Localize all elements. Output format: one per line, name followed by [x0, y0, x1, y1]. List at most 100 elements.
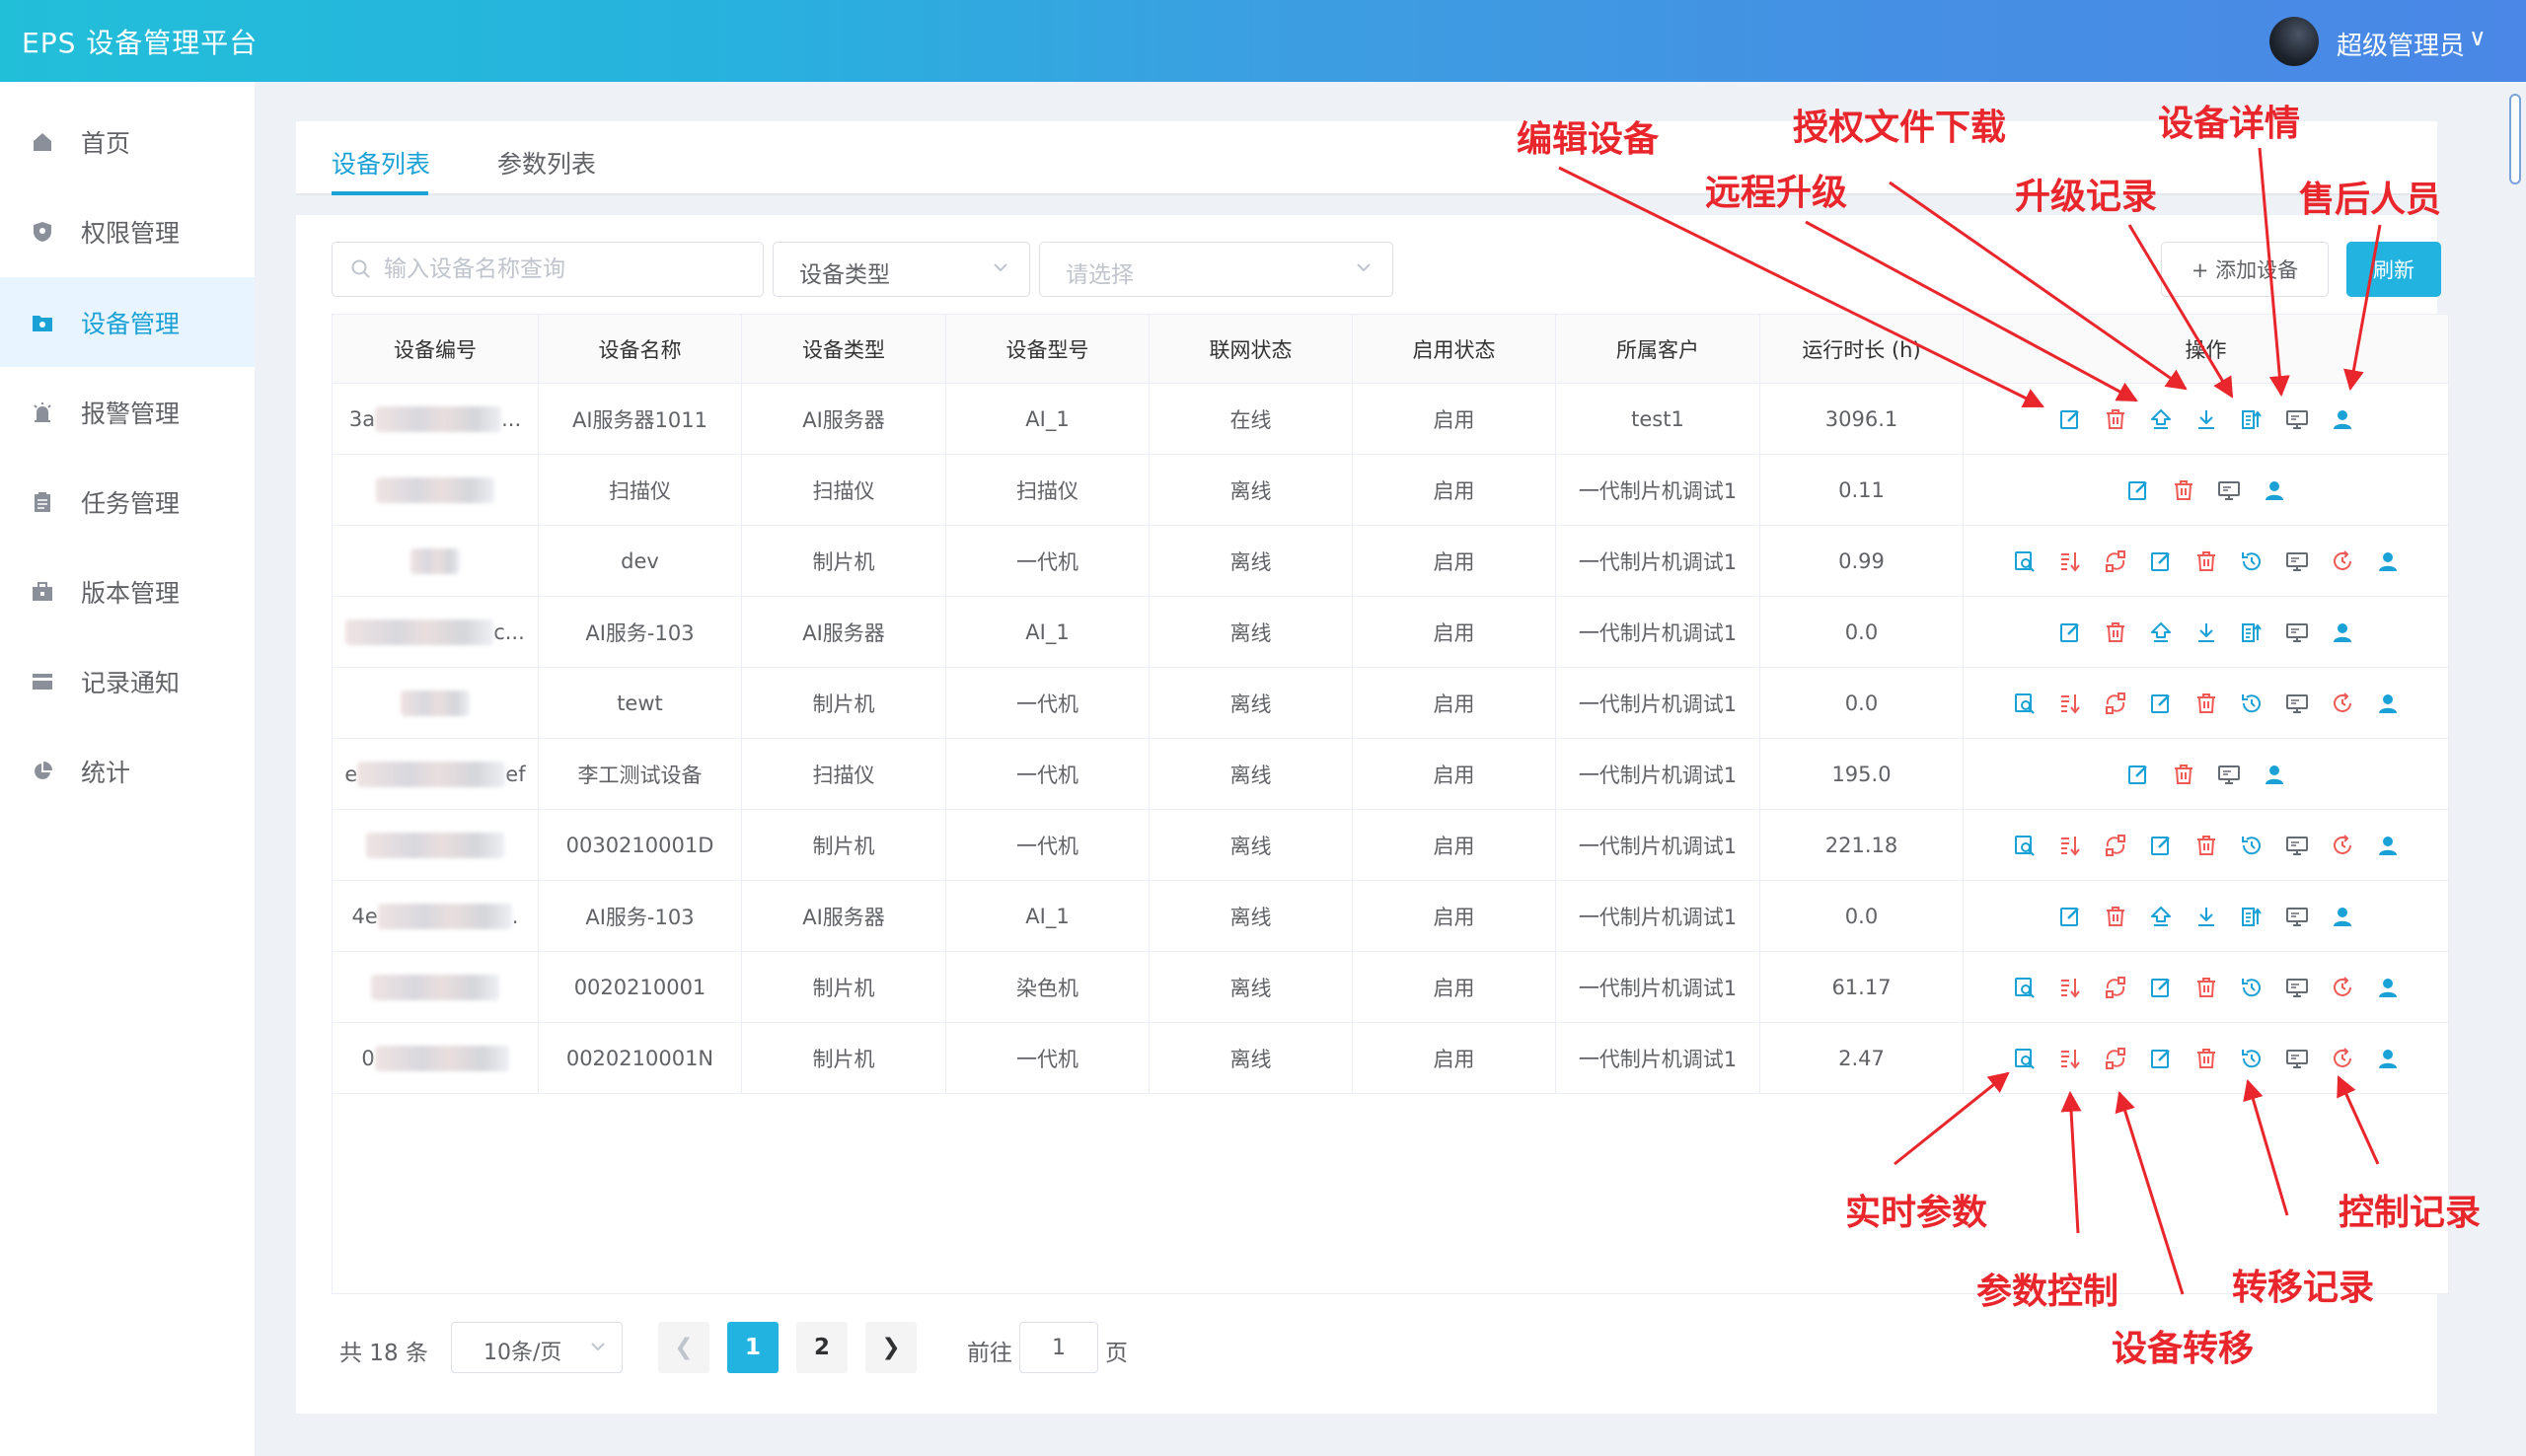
upgrade-icon[interactable]	[2148, 406, 2174, 432]
next-page-button[interactable]: ❯	[865, 1322, 917, 1373]
upgrade-icon[interactable]	[2148, 619, 2174, 645]
scrollbar[interactable]	[2509, 94, 2521, 184]
monitor-icon[interactable]	[2284, 406, 2310, 432]
edit-icon[interactable]	[2148, 1046, 2174, 1071]
chevron-down-icon[interactable]: ∨	[2469, 24, 2487, 51]
device-transfer-icon[interactable]	[2103, 1046, 2128, 1071]
delete-icon[interactable]	[2193, 1046, 2219, 1071]
realtime-params-icon[interactable]	[2012, 833, 2038, 858]
goto-page-input[interactable]	[1019, 1322, 1098, 1373]
user-icon[interactable]	[2330, 904, 2355, 929]
user-icon[interactable]	[2262, 477, 2287, 503]
param-control-icon[interactable]	[2057, 1046, 2083, 1071]
param-control-icon[interactable]	[2057, 833, 2083, 858]
sidebar-item-permissions[interactable]: 权限管理	[0, 186, 255, 276]
monitor-icon[interactable]	[2284, 548, 2310, 574]
monitor-icon[interactable]	[2284, 975, 2310, 1000]
user-icon[interactable]	[2375, 691, 2401, 716]
realtime-params-icon[interactable]	[2012, 1046, 2038, 1071]
edit-icon[interactable]	[2148, 548, 2174, 574]
download-icon[interactable]	[2193, 406, 2219, 432]
upgrade-record-icon[interactable]	[2239, 619, 2265, 645]
page-size-select[interactable]: 10条/页	[451, 1322, 623, 1373]
monitor-icon[interactable]	[2216, 762, 2242, 787]
edit-icon[interactable]	[2148, 975, 2174, 1000]
realtime-params-icon[interactable]	[2012, 548, 2038, 574]
history-icon[interactable]	[2239, 833, 2265, 858]
edit-icon[interactable]	[2148, 833, 2174, 858]
history-icon[interactable]	[2239, 1046, 2265, 1071]
username[interactable]: 超级管理员	[2337, 26, 2465, 62]
sidebar-item-devices[interactable]: 设备管理	[0, 277, 255, 367]
control-record-icon[interactable]	[2330, 548, 2355, 574]
prev-page-button[interactable]: ❮	[658, 1322, 709, 1373]
sidebar-item-alarms[interactable]: 报警管理	[0, 367, 255, 457]
tab-device-list[interactable]: 设备列表	[332, 145, 430, 181]
monitor-icon[interactable]	[2284, 619, 2310, 645]
user-icon[interactable]	[2330, 406, 2355, 432]
param-control-icon[interactable]	[2057, 548, 2083, 574]
device-transfer-icon[interactable]	[2103, 833, 2128, 858]
user-icon[interactable]	[2375, 833, 2401, 858]
edit-icon[interactable]	[2125, 477, 2151, 503]
history-icon[interactable]	[2239, 548, 2265, 574]
sidebar-item-versions[interactable]: 版本管理	[0, 546, 255, 636]
avatar[interactable]	[2269, 17, 2319, 66]
page-number[interactable]: 1	[727, 1322, 779, 1373]
delete-icon[interactable]	[2193, 975, 2219, 1000]
sidebar-item-notifications[interactable]: 记录通知	[0, 636, 255, 726]
control-record-icon[interactable]	[2330, 1046, 2355, 1071]
history-icon[interactable]	[2239, 975, 2265, 1000]
delete-icon[interactable]	[2193, 691, 2219, 716]
control-record-icon[interactable]	[2330, 691, 2355, 716]
delete-icon[interactable]	[2103, 619, 2128, 645]
monitor-icon[interactable]	[2284, 691, 2310, 716]
user-icon[interactable]	[2375, 1046, 2401, 1071]
upgrade-record-icon[interactable]	[2239, 406, 2265, 432]
edit-icon[interactable]	[2148, 691, 2174, 716]
monitor-icon[interactable]	[2284, 904, 2310, 929]
upgrade-icon[interactable]	[2148, 904, 2174, 929]
realtime-params-icon[interactable]	[2012, 975, 2038, 1000]
delete-icon[interactable]	[2171, 477, 2196, 503]
device-transfer-icon[interactable]	[2103, 548, 2128, 574]
param-control-icon[interactable]	[2057, 691, 2083, 716]
tab-param-list[interactable]: 参数列表	[497, 145, 596, 181]
device-transfer-icon[interactable]	[2103, 691, 2128, 716]
monitor-icon[interactable]	[2284, 1046, 2310, 1071]
add-device-button[interactable]: + 添加设备	[2161, 242, 2329, 297]
download-icon[interactable]	[2193, 904, 2219, 929]
realtime-params-icon[interactable]	[2012, 691, 2038, 716]
upgrade-record-icon[interactable]	[2239, 904, 2265, 929]
user-icon[interactable]	[2375, 975, 2401, 1000]
edit-icon[interactable]	[2057, 619, 2083, 645]
monitor-icon[interactable]	[2284, 833, 2310, 858]
monitor-icon[interactable]	[2216, 477, 2242, 503]
page-number[interactable]: 2	[796, 1322, 848, 1373]
history-icon[interactable]	[2239, 691, 2265, 716]
user-icon[interactable]	[2330, 619, 2355, 645]
filter-value-select[interactable]: 请选择	[1039, 242, 1393, 297]
sidebar-item-tasks[interactable]: 任务管理	[0, 457, 255, 546]
user-icon[interactable]	[2262, 762, 2287, 787]
device-transfer-icon[interactable]	[2103, 975, 2128, 1000]
device-type-select[interactable]: 设备类型	[773, 242, 1030, 297]
refresh-button[interactable]: 刷新	[2346, 242, 2441, 297]
control-record-icon[interactable]	[2330, 833, 2355, 858]
delete-icon[interactable]	[2171, 762, 2196, 787]
edit-icon[interactable]	[2057, 406, 2083, 432]
delete-icon[interactable]	[2103, 406, 2128, 432]
sidebar-item-home[interactable]: 首页	[0, 97, 255, 186]
download-icon[interactable]	[2193, 619, 2219, 645]
sidebar-item-statistics[interactable]: 统计	[0, 726, 255, 816]
user-icon[interactable]	[2375, 548, 2401, 574]
search-input[interactable]	[384, 251, 749, 288]
delete-icon[interactable]	[2193, 833, 2219, 858]
edit-icon[interactable]	[2057, 904, 2083, 929]
control-record-icon[interactable]	[2330, 975, 2355, 1000]
delete-icon[interactable]	[2103, 904, 2128, 929]
delete-icon[interactable]	[2193, 548, 2219, 574]
search-input-wrapper[interactable]	[332, 242, 764, 297]
edit-icon[interactable]	[2125, 762, 2151, 787]
param-control-icon[interactable]	[2057, 975, 2083, 1000]
